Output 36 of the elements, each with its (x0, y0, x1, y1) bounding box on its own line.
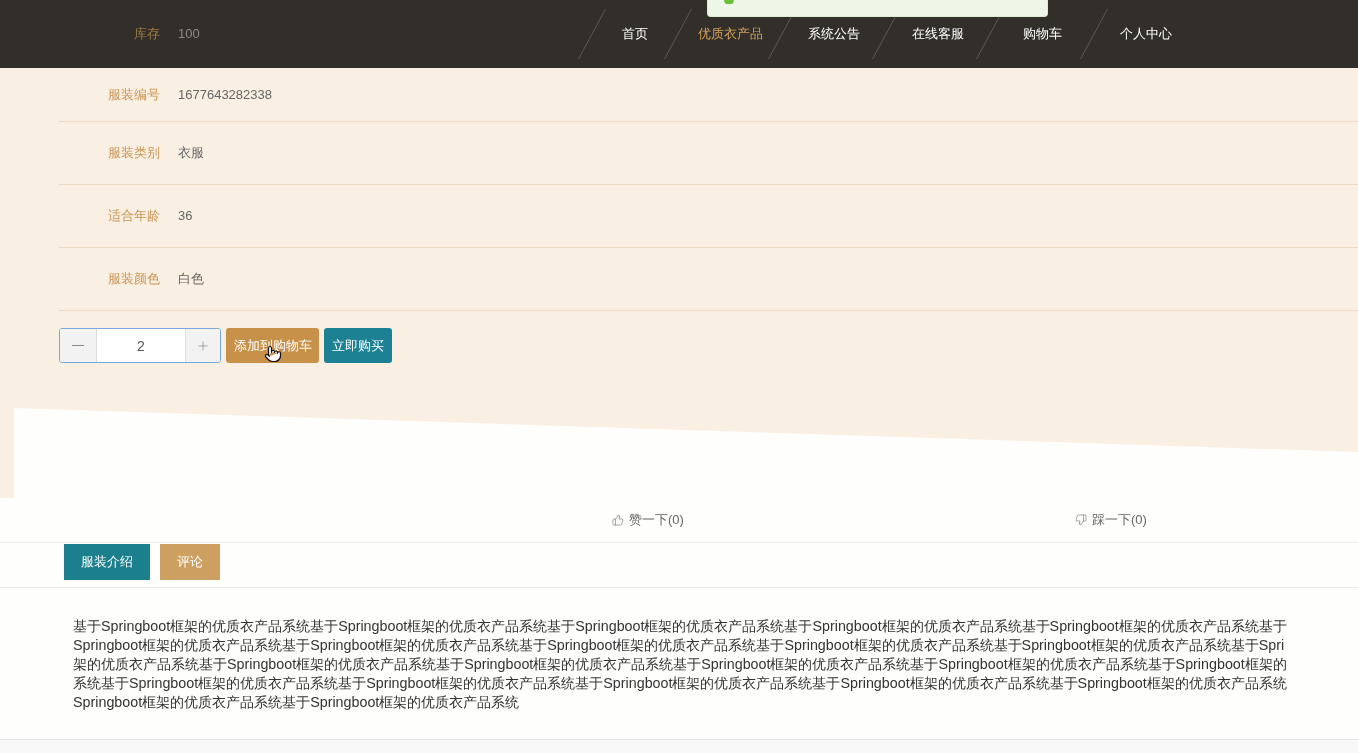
detail-label: 服装编号 (107, 85, 160, 104)
detail-value: 36 (178, 207, 193, 226)
dislike-button[interactable]: 踩一下(0) (1075, 510, 1147, 530)
like-button[interactable]: 赞一下(0) (612, 510, 684, 530)
description-text: Springboot框架的优质衣产品系统基于Springboot框架的优质衣产品系统基于Springboot框架的优质衣产品系统基于Springboot框架的优质衣产品系统基于Springboot框架的优质衣产品系统基于Spri (73, 636, 1285, 655)
nav-link[interactable]: 购物车 (1004, 24, 1080, 44)
nav-link[interactable]: 系统公告 (796, 24, 872, 44)
description-text: Springboot框架的优质衣产品系统基于Springboot框架的优质衣产品系统 (73, 693, 520, 712)
increment-button[interactable] (185, 329, 220, 362)
detail-label: 库存 (133, 25, 160, 44)
description-text: 架的优质衣产品系统基于Springboot框架的优质衣产品系统基于Springboot框架的优质衣产品系统基于Springboot框架的优质衣产品系统基于Springboot框架的优质衣产品系统基于Springboot框架的 (73, 655, 1287, 674)
detail-value: 100 (178, 25, 200, 44)
detail-label: 适合年龄 (107, 207, 160, 226)
tab[interactable]: 服装介绍 (64, 544, 150, 580)
detail-label: 服装类别 (107, 144, 160, 163)
nav-link[interactable]: 优质衣产品 (692, 24, 768, 44)
description-text: 系统基于Springboot框架的优质衣产品系统基于Springboot框架的优质衣产品系统基于Springboot框架的优质衣产品系统基于Springboot框架的优质衣产品系统基于Springboot框架的优质衣产品系统 (73, 674, 1287, 693)
nav-link[interactable]: 在线客服 (900, 24, 976, 44)
minus-icon (72, 345, 84, 346)
plus-icon (196, 338, 210, 353)
quantity-stepper[interactable]: 2 (59, 328, 221, 363)
slash-divider (1080, 9, 1108, 59)
decrement-button[interactable] (60, 329, 97, 362)
nav-link[interactable]: 首页 (606, 24, 664, 44)
buy-now-button[interactable]: 立即购买 (324, 328, 392, 363)
slash-divider (578, 9, 606, 59)
description-text: 基于Springboot框架的优质衣产品系统基于Springboot框架的优质衣产品系统基于Springboot框架的优质衣产品系统基于Springboot框架的优质衣产品系统基于Springboot框架的优质衣产品系统基于 (73, 617, 1287, 636)
detail-value: 衣服 (178, 144, 204, 163)
detail-value: 1677643282338 (178, 85, 272, 104)
thumbs-down-icon (1075, 514, 1087, 526)
slash-divider (664, 9, 692, 59)
status-icon (724, 0, 734, 4)
nav-link[interactable]: 个人中心 (1108, 24, 1184, 44)
thumbs-up-icon (612, 514, 624, 526)
detail-value: 白色 (178, 270, 204, 289)
detail-label: 服装颜色 (107, 270, 160, 289)
